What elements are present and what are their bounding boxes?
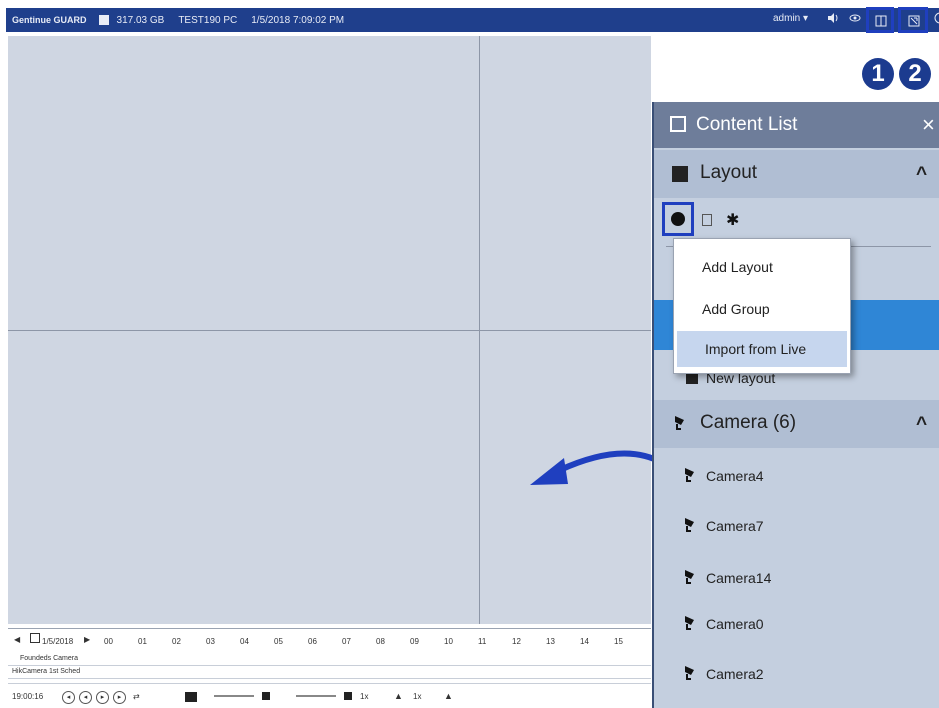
hour-tick: 10 (444, 637, 453, 646)
close-icon[interactable]: × (922, 112, 935, 138)
timeline-track[interactable]: Foundeds Camera (8, 653, 651, 666)
menu-item-add-layout[interactable]: Add Layout (674, 249, 850, 285)
sync-icon[interactable]: ⇄ (133, 692, 140, 701)
camera-item-label: Camera4 (706, 468, 764, 484)
callout-badge-1: 1 (862, 58, 894, 90)
timeline-prev-button[interactable]: ◀ (14, 635, 20, 644)
layout-section-label: Layout (700, 162, 758, 183)
timeline-track[interactable]: HikCamera 1st Sched (8, 666, 651, 679)
hour-tick: 15 (614, 637, 623, 646)
fullscreen-icon (908, 14, 920, 32)
hour-tick: 03 (206, 637, 215, 646)
help-icon[interactable] (930, 12, 939, 26)
play-button[interactable]: ▸ (96, 691, 109, 704)
camera-item[interactable]: Camera2 (654, 650, 939, 698)
grid-icon[interactable] (262, 692, 270, 700)
timeline-next-button[interactable]: ▶ (84, 635, 90, 644)
hour-tick: 01 (138, 637, 147, 646)
camera-section-label: Camera (6) (700, 412, 797, 433)
hour-tick: 02 (172, 637, 181, 646)
user-name: admin (773, 13, 801, 24)
speed-slider[interactable] (214, 695, 254, 697)
camera-item[interactable]: Camera4 (654, 452, 939, 500)
menu-item-label: Import from Live (705, 341, 807, 357)
calendar-icon[interactable] (30, 633, 40, 643)
camera-item-label: Camera0 (706, 616, 764, 632)
step-forward-button[interactable]: ▸ (113, 691, 126, 704)
datetime: 1/5/2018 7:09:02 PM (251, 14, 345, 26)
rewind-button[interactable]: ◂ (62, 691, 75, 704)
camera-item[interactable]: Camera14 (654, 554, 939, 602)
camera-icon (682, 612, 702, 637)
add-icon (671, 212, 685, 226)
chevron-down-icon: ▾ (803, 13, 809, 24)
menu-item-label: Add Group (702, 301, 770, 317)
grid-divider-horizontal (8, 330, 651, 331)
zoom-slider[interactable] (296, 695, 336, 697)
camera-icon[interactable]: ▲ (394, 691, 403, 701)
user-menu[interactable]: admin ▾ (773, 13, 808, 24)
speed-value[interactable]: 1x (360, 692, 368, 701)
camera-icon (682, 566, 702, 591)
pc-name: TEST190 PC (178, 14, 238, 26)
menu-item-add-group[interactable]: Add Group (674, 291, 850, 327)
panel-header: Content List × (654, 102, 939, 148)
content-list-button[interactable] (866, 7, 894, 33)
storage-icon (98, 15, 109, 25)
divider (8, 683, 651, 684)
add-menu: Add Layout Add Group Import from Live (673, 238, 851, 374)
camera-icon (672, 412, 692, 437)
timeline[interactable]: ◀ 1/5/2018 ▶ 00 01 02 03 04 05 06 07 08 … (8, 628, 651, 707)
timeline-time: 19:00:16 (12, 692, 44, 701)
camera-icon (682, 464, 702, 489)
hour-tick: 14 (580, 637, 589, 646)
content-list-icon (875, 14, 887, 32)
menu-item-import-from-live[interactable]: Import from Live (677, 331, 847, 367)
layout-section-header[interactable]: Layout ^ (654, 150, 939, 198)
panel-title: Content List (696, 114, 798, 135)
step-back-button[interactable]: ◂ (79, 691, 92, 704)
menu-item-label: Add Layout (702, 259, 773, 275)
hour-tick: 00 (104, 637, 113, 646)
camera-item-label: Camera14 (706, 570, 772, 586)
app-logo: Gentinue GUARD (12, 15, 87, 25)
chevron-up-icon[interactable]: ^ (916, 164, 927, 186)
hour-tick: 04 (240, 637, 249, 646)
callout-badge-2: 2 (899, 58, 931, 90)
camera-item-label: Camera2 (706, 666, 764, 682)
grid-icon[interactable] (344, 692, 352, 700)
delete-icon[interactable] (702, 214, 712, 226)
chevron-up-icon[interactable]: ^ (916, 414, 927, 436)
camera-icon (682, 662, 702, 687)
storage-value: 317.03 GB (116, 14, 165, 26)
hour-tick: 05 (274, 637, 283, 646)
content-list-icon (670, 116, 686, 132)
layout-icon (672, 166, 688, 182)
settings-icon[interactable]: ✱ (726, 210, 739, 230)
track-label: Foundeds Camera (20, 655, 78, 662)
camera-item[interactable]: Camera0 (654, 600, 939, 648)
fullscreen-button[interactable] (898, 7, 928, 33)
hour-tick: 08 (376, 637, 385, 646)
camera-section-header[interactable]: Camera (6) ^ (654, 400, 939, 448)
timeline-date[interactable]: 1/5/2018 (42, 637, 73, 646)
track-label: HikCamera 1st Sched (12, 668, 81, 675)
camera-item[interactable]: Camera7 (654, 502, 939, 550)
hour-tick: 09 (410, 637, 419, 646)
hour-tick: 06 (308, 637, 317, 646)
speaker-icon[interactable] (826, 12, 840, 26)
hour-tick: 12 (512, 637, 521, 646)
add-layout-button[interactable] (662, 202, 694, 236)
eye-icon[interactable] (848, 12, 862, 26)
hour-tick: 07 (342, 637, 351, 646)
camera-icon (682, 514, 702, 539)
hour-tick: 13 (546, 637, 555, 646)
video-grid[interactable] (8, 36, 651, 624)
camera-item-label: Camera7 (706, 518, 764, 534)
step-value[interactable]: 1x (413, 692, 421, 701)
hour-tick: 11 (478, 637, 487, 646)
camera-icon[interactable]: ▲ (444, 691, 453, 701)
stop-button[interactable] (185, 692, 197, 702)
content-list-panel: Content List × Layout ^ ✱ New layout Cam… (652, 102, 939, 708)
